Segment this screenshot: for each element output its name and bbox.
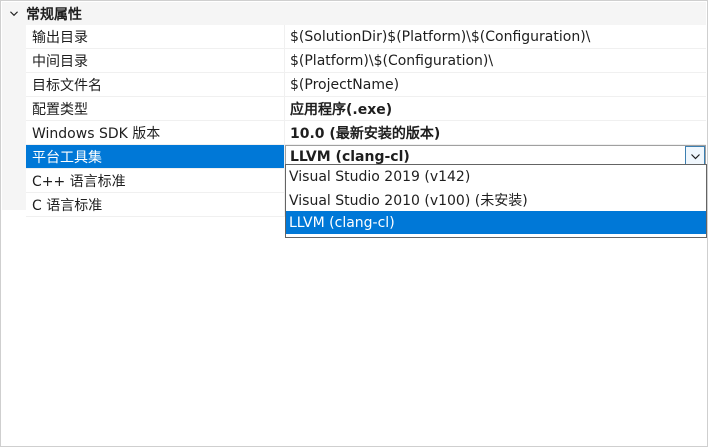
platform-toolset-dropdown-list[interactable]: Visual Studio 2019 (v142) Visual Studio …	[285, 164, 707, 238]
dropdown-option[interactable]: Visual Studio 2019 (v142)	[286, 165, 706, 188]
collapse-chevron-icon[interactable]	[10, 10, 18, 17]
property-value[interactable]: $(Platform)\$(Configuration)\	[285, 49, 706, 72]
property-row-windows-sdk[interactable]: Windows SDK 版本 10.0 (最新安装的版本)	[26, 121, 706, 145]
category-header-general[interactable]: 常规属性	[2, 2, 706, 25]
property-value[interactable]: 应用程序(.exe)	[285, 97, 706, 120]
property-value[interactable]: $(SolutionDir)$(Platform)\$(Configuratio…	[285, 25, 706, 48]
property-value[interactable]: $(ProjectName)	[285, 73, 706, 96]
dropdown-option[interactable]: Visual Studio 2010 (v100) (未安装)	[286, 188, 706, 211]
property-name: 中间目录	[26, 49, 285, 72]
property-row-output-dir[interactable]: 输出目录 $(SolutionDir)$(Platform)\$(Configu…	[26, 25, 706, 49]
property-name: Windows SDK 版本	[26, 121, 285, 144]
property-name: C++ 语言标准	[26, 169, 285, 192]
combobox-value: LLVM (clang-cl)	[290, 148, 410, 165]
property-page: 常规属性 输出目录 $(SolutionDir)$(Platform)\$(Co…	[0, 0, 708, 447]
property-row-configuration-type[interactable]: 配置类型 应用程序(.exe)	[26, 97, 706, 121]
category-label: 常规属性	[26, 6, 82, 23]
property-name: 平台工具集	[26, 145, 285, 168]
property-row-intermediate-dir[interactable]: 中间目录 $(Platform)\$(Configuration)\	[26, 49, 706, 73]
property-value[interactable]: 10.0 (最新安装的版本)	[285, 121, 706, 144]
property-name: 配置类型	[26, 97, 285, 120]
property-row-target-name[interactable]: 目标文件名 $(ProjectName)	[26, 73, 706, 97]
property-name: C 语言标准	[26, 193, 285, 216]
grid-left-gutter	[2, 2, 26, 210]
property-name: 目标文件名	[26, 73, 285, 96]
dropdown-option[interactable]: LLVM (clang-cl)	[286, 211, 706, 234]
property-name: 输出目录	[26, 25, 285, 48]
